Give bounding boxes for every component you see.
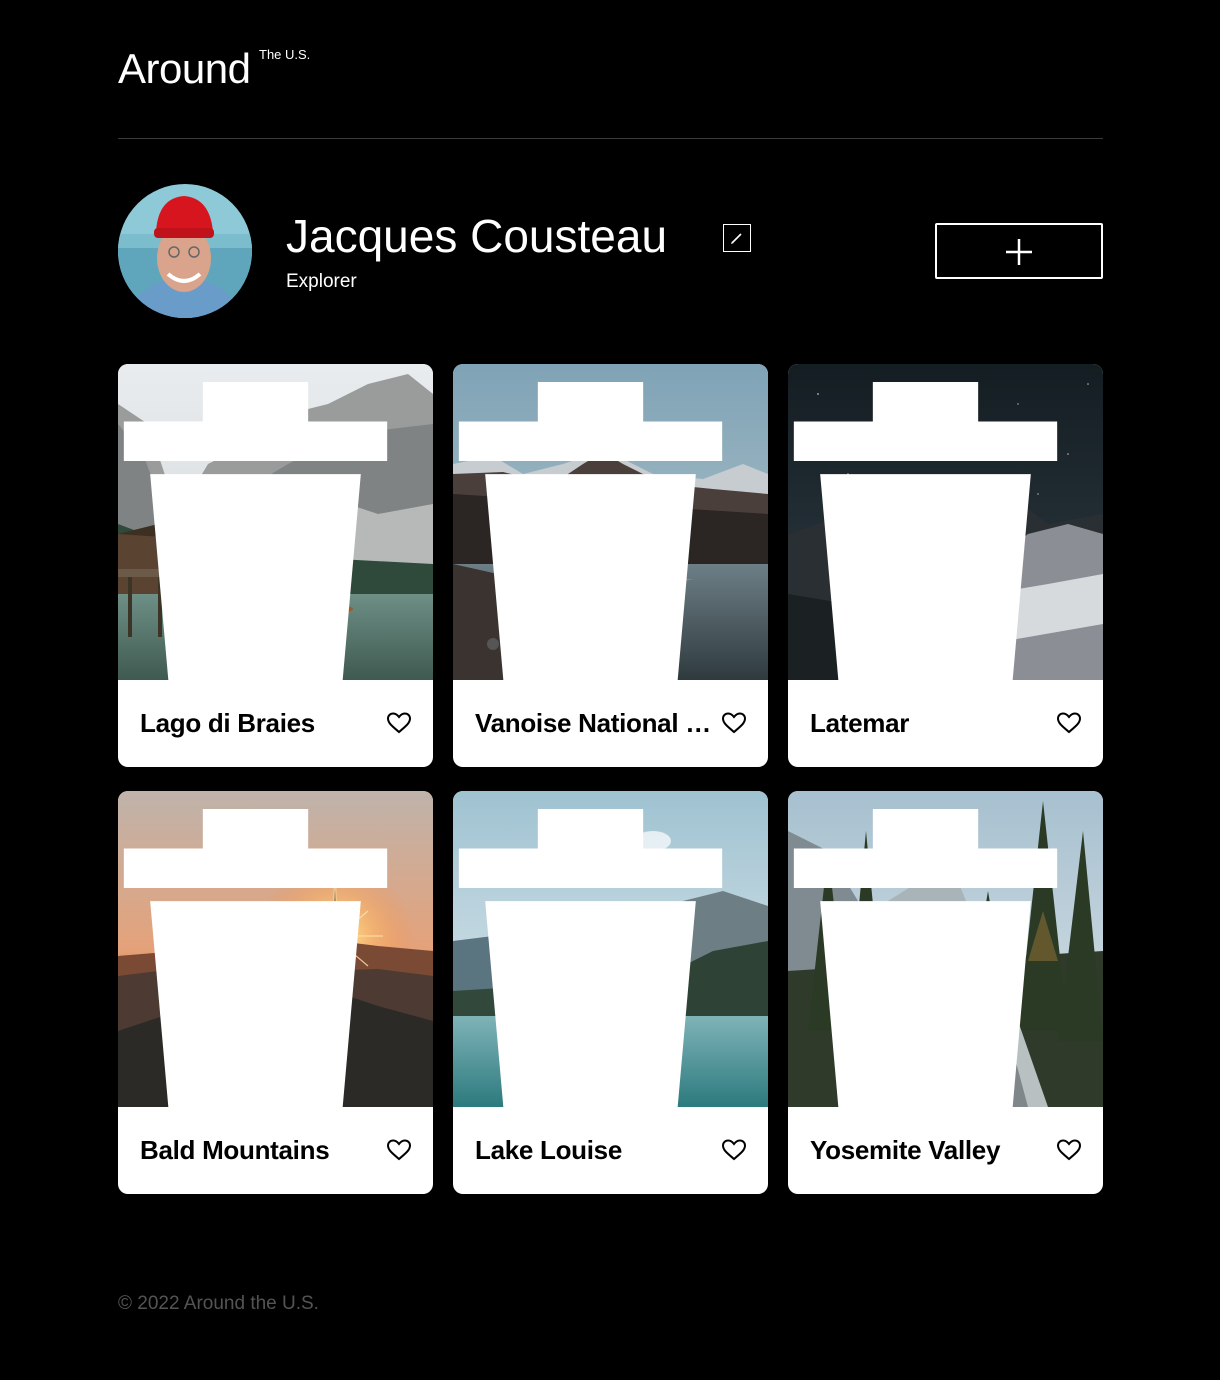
card-image[interactable] — [118, 791, 433, 1107]
trash-icon[interactable] — [118, 809, 413, 1107]
heart-icon[interactable] — [387, 712, 411, 734]
header: Around The U.S. — [118, 0, 1103, 139]
card-image[interactable] — [118, 364, 433, 680]
card: Lago di Braies — [118, 364, 433, 767]
card-body: Yosemite Valley — [788, 1107, 1103, 1194]
edit-profile-button[interactable] — [723, 224, 751, 252]
card-image[interactable] — [788, 791, 1103, 1107]
card-title: Lago di Braies — [140, 708, 315, 738]
card: Yosemite Valley — [788, 791, 1103, 1194]
card-image[interactable] — [453, 791, 768, 1107]
card-body: Lake Louise — [453, 1107, 768, 1194]
card-body: Lago di Braies — [118, 680, 433, 767]
card-body: Vanoise National Park — [453, 680, 768, 767]
profile-name: Jacques Cousteau — [286, 210, 668, 262]
card-body: Latemar — [788, 680, 1103, 767]
card-title: Yosemite Valley — [810, 1135, 1001, 1165]
footer-copyright: © 2022 Around the U.S. — [118, 1293, 319, 1314]
card-body: Bald Mountains — [118, 1107, 433, 1194]
card-title: Vanoise National Park — [475, 708, 715, 738]
profile-about: Explorer — [286, 271, 357, 292]
card: Vanoise National Park — [453, 364, 768, 767]
card: Latemar — [788, 364, 1103, 767]
trash-icon[interactable] — [453, 809, 748, 1107]
heart-icon[interactable] — [1057, 1139, 1081, 1161]
logo: Around — [118, 45, 251, 92]
card-title: Latemar — [810, 708, 910, 738]
card: Bald Mountains — [118, 791, 433, 1194]
avatar[interactable] — [118, 184, 252, 318]
trash-icon[interactable] — [788, 382, 1083, 680]
card-image[interactable] — [453, 364, 768, 680]
heart-icon[interactable] — [387, 1139, 411, 1161]
plus-icon — [1006, 239, 1032, 265]
trash-icon[interactable] — [118, 382, 413, 680]
heart-icon[interactable] — [722, 1139, 746, 1161]
card-title: Bald Mountains — [140, 1135, 330, 1165]
page: Around The U.S. Jacques Cousteau Explore… — [118, 0, 1103, 1194]
profile: Jacques Cousteau Explorer — [118, 139, 1103, 364]
card-title: Lake Louise — [475, 1135, 622, 1165]
pencil-icon — [731, 233, 742, 244]
trash-icon[interactable] — [788, 809, 1083, 1107]
heart-icon[interactable] — [722, 712, 746, 734]
heart-icon[interactable] — [1057, 712, 1081, 734]
add-card-button[interactable] — [935, 223, 1103, 279]
logo-superscript: The U.S. — [259, 47, 311, 62]
cards-grid: Lago di Braies Vanoise National Park Lat… — [118, 364, 1103, 1194]
card-image[interactable] — [788, 364, 1103, 680]
trash-icon[interactable] — [453, 382, 748, 680]
card: Lake Louise — [453, 791, 768, 1194]
